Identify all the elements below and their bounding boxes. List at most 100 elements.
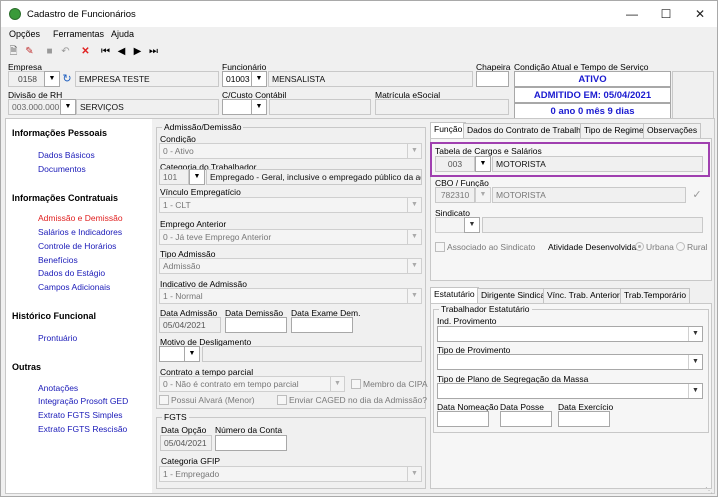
emprego-label: Emprego Anterior <box>160 219 227 229</box>
membro-cipa-checkbox[interactable] <box>351 379 361 389</box>
motivo-dropdown[interactable]: ▼ <box>184 346 200 362</box>
delete-icon[interactable]: ✕ <box>79 45 92 58</box>
tab-dados-contrato[interactable]: Dados do Contrato de Trabalho <box>463 123 590 138</box>
tabela-code-field[interactable]: 003 <box>435 156 475 172</box>
indicativo-select[interactable]: 1 - Normal ▼ <box>159 288 422 304</box>
data-exercicio-field[interactable] <box>558 411 610 427</box>
nav-prontuario[interactable]: Prontuário <box>38 333 77 343</box>
estatutario-group-label: Trabalhador Estatutário <box>439 304 532 314</box>
numero-conta-field[interactable] <box>215 435 287 451</box>
nav-anotacoes[interactable]: Anotações <box>38 383 78 393</box>
nav-admissao-demissao[interactable]: Admissão e Demissão <box>38 213 123 223</box>
tab-dirigente-sindical[interactable]: Dirigente Sindical <box>477 288 552 303</box>
alvara-checkbox[interactable] <box>159 395 169 405</box>
cbo-dropdown[interactable]: ▼ <box>475 187 491 203</box>
vinculo-select[interactable]: 1 - CLT ▼ <box>159 197 422 213</box>
nav-salarios[interactable]: Salários e Indicadores <box>38 227 122 237</box>
nav-header-historico: Histórico Funcional <box>12 311 97 321</box>
gfip-select[interactable]: 1 - Empregado ▼ <box>159 466 422 482</box>
data-nomeacao-field[interactable] <box>437 411 489 427</box>
resize-grip-icon[interactable]: ⋱ <box>705 486 715 496</box>
top-tabs: Função Dados do Contrato de Trabalho Tip… <box>430 122 714 139</box>
associado-checkbox[interactable] <box>435 242 445 252</box>
first-record-icon[interactable]: ⏮ <box>99 45 112 58</box>
menu-opcoes[interactable]: Opções <box>9 29 40 39</box>
gfip-label: Categoria GFIP <box>161 456 221 466</box>
new-icon[interactable]: 🗎 <box>7 45 20 58</box>
tabela-dropdown[interactable]: ▼ <box>475 156 491 172</box>
app-icon <box>9 8 21 20</box>
categoria-code-field[interactable]: 101 <box>159 169 189 185</box>
tab-trab-temporario[interactable]: Trab.Temporário <box>620 288 691 303</box>
chapeira-field[interactable] <box>476 71 509 87</box>
tab-observacoes[interactable]: Observações <box>643 123 702 138</box>
next-record-icon[interactable]: ▶ <box>131 45 144 58</box>
undo-icon[interactable]: ↶ <box>59 45 72 58</box>
ccusto-name-field <box>269 99 371 115</box>
divisao-dropdown[interactable]: ▼ <box>60 99 76 115</box>
nav-dados-basicos[interactable]: Dados Básicos <box>38 150 95 160</box>
data-demissao-field[interactable] <box>225 317 287 333</box>
status-tempo: 0 ano 0 mês 9 dias <box>514 103 671 119</box>
funcionario-code-field[interactable]: 01003 <box>222 71 254 87</box>
data-posse-field[interactable] <box>500 411 552 427</box>
menu-ferramentas[interactable]: Ferramentas <box>53 29 104 39</box>
divisao-name-field: SERVIÇOS <box>76 99 219 115</box>
motivo-code-field[interactable] <box>159 346 185 362</box>
nav-estagio[interactable]: Dados do Estágio <box>38 268 105 278</box>
previous-record-icon[interactable]: ◀ <box>115 45 128 58</box>
ccusto-dropdown[interactable]: ▼ <box>251 99 267 115</box>
nav-prosoft-ged[interactable]: Integração Prosoft GED <box>38 396 128 406</box>
associado-label: Associado ao Sindicato <box>447 242 536 252</box>
nav-beneficios[interactable]: Benefícios <box>38 255 78 265</box>
emprego-select[interactable]: 0 - Já teve Emprego Anterior ▼ <box>159 229 422 245</box>
empresa-dropdown[interactable]: ▼ <box>44 71 60 87</box>
data-opcao-label: Data Opção <box>161 425 207 435</box>
close-window-button[interactable]: ✕ <box>685 5 715 23</box>
empresa-name-field: EMPRESA TESTE <box>75 71 219 87</box>
tab-tipo-regime[interactable]: Tipo de Regime <box>580 123 648 138</box>
nav-documentos[interactable]: Documentos <box>38 164 86 174</box>
maximize-button[interactable]: ☐ <box>651 5 681 23</box>
nav-fgts-simples[interactable]: Extrato FGTS Simples <box>38 410 123 420</box>
condicao-select[interactable]: 0 - Ativo ▼ <box>159 143 422 159</box>
plano-segregacao-select[interactable]: ▼ <box>437 383 703 399</box>
matricula-field[interactable] <box>375 99 509 115</box>
save-icon[interactable]: ■ <box>43 45 56 58</box>
rural-radio[interactable] <box>676 242 685 251</box>
tab-estatutario[interactable]: Estatutário <box>430 287 479 304</box>
ind-provimento-select[interactable]: ▼ <box>437 326 703 342</box>
sindicato-code-field[interactable] <box>435 217 465 233</box>
tipo-admissao-select[interactable]: Admissão ▼ <box>159 258 422 274</box>
empresa-code-field[interactable]: 0158 <box>8 71 47 87</box>
data-opcao-field[interactable]: 05/04/2021 <box>160 435 212 451</box>
sindicato-dropdown[interactable]: ▼ <box>464 217 480 233</box>
refresh-icon[interactable]: ↻ <box>60 72 74 86</box>
contrato-select[interactable]: 0 - Não é contrato em tempo parcial ▼ <box>159 376 345 392</box>
edit-icon[interactable]: ✎ <box>23 45 36 58</box>
caged-checkbox[interactable] <box>277 395 287 405</box>
cbo-code-field[interactable]: 782310 <box>435 187 475 203</box>
funcionario-dropdown[interactable]: ▼ <box>251 71 267 87</box>
data-admissao-field[interactable]: 05/04/2021 <box>159 317 221 333</box>
data-exame-field[interactable] <box>291 317 353 333</box>
last-record-icon[interactable]: ⏭ <box>147 45 160 58</box>
tabela-name-field: MOTORISTA <box>492 156 703 172</box>
nav-fgts-rescisao[interactable]: Extrato FGTS Rescisão <box>38 424 127 434</box>
nav-horarios[interactable]: Controle de Horários <box>38 241 116 251</box>
categoria-dropdown[interactable]: ▼ <box>189 169 205 185</box>
ccusto-code-field[interactable] <box>222 99 254 115</box>
menu-ajuda[interactable]: Ajuda <box>111 29 134 39</box>
atividade-label: Atividade Desenvolvida: <box>548 242 639 252</box>
check-icon[interactable]: ✓ <box>689 187 705 203</box>
divisao-code-field[interactable]: 003.000.000 <box>8 99 62 115</box>
tipo-provimento-select[interactable]: ▼ <box>437 354 703 370</box>
title-bar: Cadastro de Funcionários — ☐ ✕ <box>1 1 717 27</box>
bottom-tabs: Estatutário Dirigente Sindical Vínc. Tra… <box>430 287 714 304</box>
minimize-button[interactable]: — <box>617 5 647 23</box>
nav-campos-adicionais[interactable]: Campos Adicionais <box>38 282 110 292</box>
tab-funcao[interactable]: Função <box>430 122 467 139</box>
urbana-radio[interactable] <box>635 242 644 251</box>
status-admitido: ADMITIDO EM: 05/04/2021 <box>514 87 671 103</box>
tab-vinc-trab-anterior[interactable]: Vínc. Trab. Anterior <box>543 288 624 303</box>
